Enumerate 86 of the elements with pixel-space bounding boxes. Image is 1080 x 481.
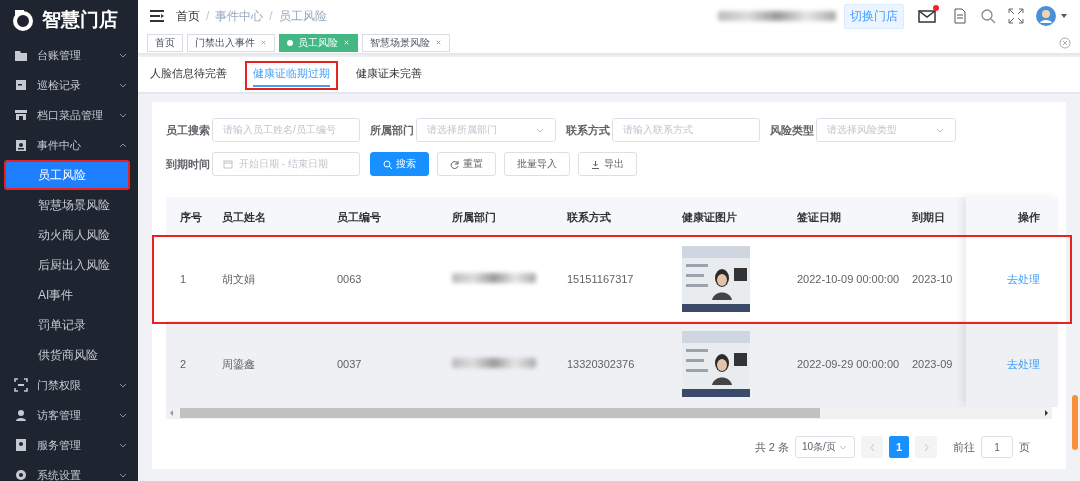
sidebar-item[interactable]: 台账管理 bbox=[0, 40, 138, 70]
person-icon bbox=[14, 408, 28, 422]
sidebar-item[interactable]: 服务管理 bbox=[0, 430, 138, 460]
field-label: 到期时间 bbox=[166, 156, 211, 172]
id-card-icon bbox=[14, 438, 28, 452]
download-icon bbox=[591, 159, 600, 169]
button[interactable]: 批量导入 bbox=[504, 152, 570, 176]
breadcrumb-separator: / bbox=[269, 9, 273, 23]
field-label: 员工搜索 bbox=[166, 122, 211, 138]
sidebar-subitem[interactable]: 员工风险 bbox=[4, 160, 130, 190]
table-cell-text: 15151167317 bbox=[566, 273, 635, 285]
column-header: 到期日 bbox=[911, 209, 946, 225]
column-header: 操作 bbox=[966, 197, 1058, 237]
page-tab[interactable]: 智慧场景风险 bbox=[362, 33, 450, 52]
page-tab[interactable]: 首页 bbox=[147, 33, 183, 52]
table-cell-text: 2022-09-29 00:00:00 bbox=[796, 358, 898, 370]
search-icon bbox=[383, 159, 392, 169]
page-size-select[interactable]: 10条/页 bbox=[795, 436, 855, 458]
page-tab[interactable]: 门禁出入事件 bbox=[187, 33, 275, 52]
refresh-icon bbox=[450, 159, 459, 169]
fullscreen-icon[interactable] bbox=[1008, 8, 1024, 24]
mail-icon[interactable] bbox=[918, 8, 936, 24]
sidebar-item[interactable]: 系统设置 bbox=[0, 460, 138, 481]
document-icon[interactable] bbox=[952, 8, 968, 24]
folder-icon bbox=[14, 48, 28, 62]
calendar-icon bbox=[223, 159, 233, 169]
table-cell-text: 0037 bbox=[336, 358, 363, 370]
store-icon bbox=[14, 108, 28, 122]
close-icon[interactable] bbox=[1059, 36, 1071, 49]
document-icon bbox=[14, 78, 28, 92]
sidebar-item[interactable]: 巡检记录 bbox=[0, 70, 138, 100]
badge-icon bbox=[14, 138, 28, 152]
column-header: 所属部门 bbox=[451, 209, 497, 225]
table-cell-text: 2023-10 bbox=[911, 273, 954, 285]
table-cell-text: 周鎏鑫 bbox=[221, 356, 256, 372]
breadcrumb-item[interactable]: 首页 bbox=[176, 7, 200, 25]
table-cell-text: 2023-09 bbox=[911, 358, 954, 370]
table-cell-text: 13320302376 bbox=[566, 358, 636, 370]
sidebar-subitem[interactable]: 罚单记录 bbox=[0, 310, 138, 340]
column-header: 员工姓名 bbox=[221, 209, 267, 225]
sidebar-item[interactable]: 门禁权限 bbox=[0, 370, 138, 400]
total-count: 共 2 条 bbox=[754, 439, 789, 455]
app-logo-text: 智慧门店 bbox=[42, 8, 118, 32]
goto-label: 前往 bbox=[953, 439, 975, 455]
sidebar-item[interactable]: 访客管理 bbox=[0, 400, 138, 430]
logo-icon bbox=[12, 9, 34, 31]
scrollbar-thumb[interactable] bbox=[180, 408, 820, 418]
column-header: 联系方式 bbox=[566, 209, 612, 225]
caret-icon[interactable] bbox=[1060, 12, 1068, 20]
breadcrumb-separator: / bbox=[206, 9, 210, 23]
page-input[interactable]: 1 bbox=[981, 436, 1013, 458]
tab[interactable]: 人脸信息待完善 bbox=[142, 61, 235, 90]
table-row[interactable]: 2 周鎏鑫 0037 13320302376 2022-09-29 00:00:00 2023-09 bbox=[166, 322, 966, 407]
avatar[interactable] bbox=[1036, 6, 1056, 26]
column-header: 签证日期 bbox=[796, 209, 842, 225]
tab[interactable]: 健康证未完善 bbox=[348, 61, 430, 90]
field-label: 联系方式 bbox=[566, 122, 611, 138]
sidebar-subitem[interactable]: 动火商人风险 bbox=[0, 220, 138, 250]
table-cell-text: 1 bbox=[179, 273, 188, 285]
button[interactable]: 导出 bbox=[578, 152, 637, 176]
table-cell-text: 胡文娟 bbox=[221, 271, 256, 287]
scrollbar-thumb[interactable] bbox=[1072, 395, 1078, 450]
chevron-left-icon bbox=[867, 442, 877, 452]
field-label: 所属部门 bbox=[370, 122, 415, 138]
sidebar-subitem[interactable]: AI事件 bbox=[0, 280, 138, 310]
button[interactable]: 重置 bbox=[437, 152, 496, 176]
sidebar-subitem[interactable]: 智慧场景风险 bbox=[0, 190, 138, 220]
scan-icon bbox=[14, 378, 28, 392]
table-cell-text: 2 bbox=[179, 358, 188, 370]
table-cell-text: 2022-10-09 00:00:00 bbox=[796, 273, 898, 285]
table-cell-text: 0063 bbox=[336, 273, 363, 285]
column-header: 员工编号 bbox=[336, 209, 382, 225]
field-label: 风险类型 bbox=[770, 122, 815, 138]
column-header: 序号 bbox=[179, 209, 203, 225]
horizontal-scrollbar[interactable] bbox=[166, 407, 1052, 419]
breadcrumb-item: 员工风险 bbox=[278, 7, 327, 25]
page-suffix: 页 bbox=[1019, 439, 1030, 455]
search-icon[interactable] bbox=[980, 8, 996, 24]
sidebar-item[interactable]: 事件中心 bbox=[0, 130, 138, 160]
close-icon[interactable] bbox=[435, 39, 442, 46]
menu-icon[interactable] bbox=[150, 10, 164, 22]
sidebar-item[interactable]: 档口菜品管理 bbox=[0, 100, 138, 130]
sidebar-subitem[interactable]: 供货商风险 bbox=[0, 340, 138, 370]
column-header: 健康证图片 bbox=[681, 209, 738, 225]
sidebar-subitem[interactable]: 后厨出入风险 bbox=[0, 250, 138, 280]
close-icon[interactable] bbox=[260, 39, 267, 46]
